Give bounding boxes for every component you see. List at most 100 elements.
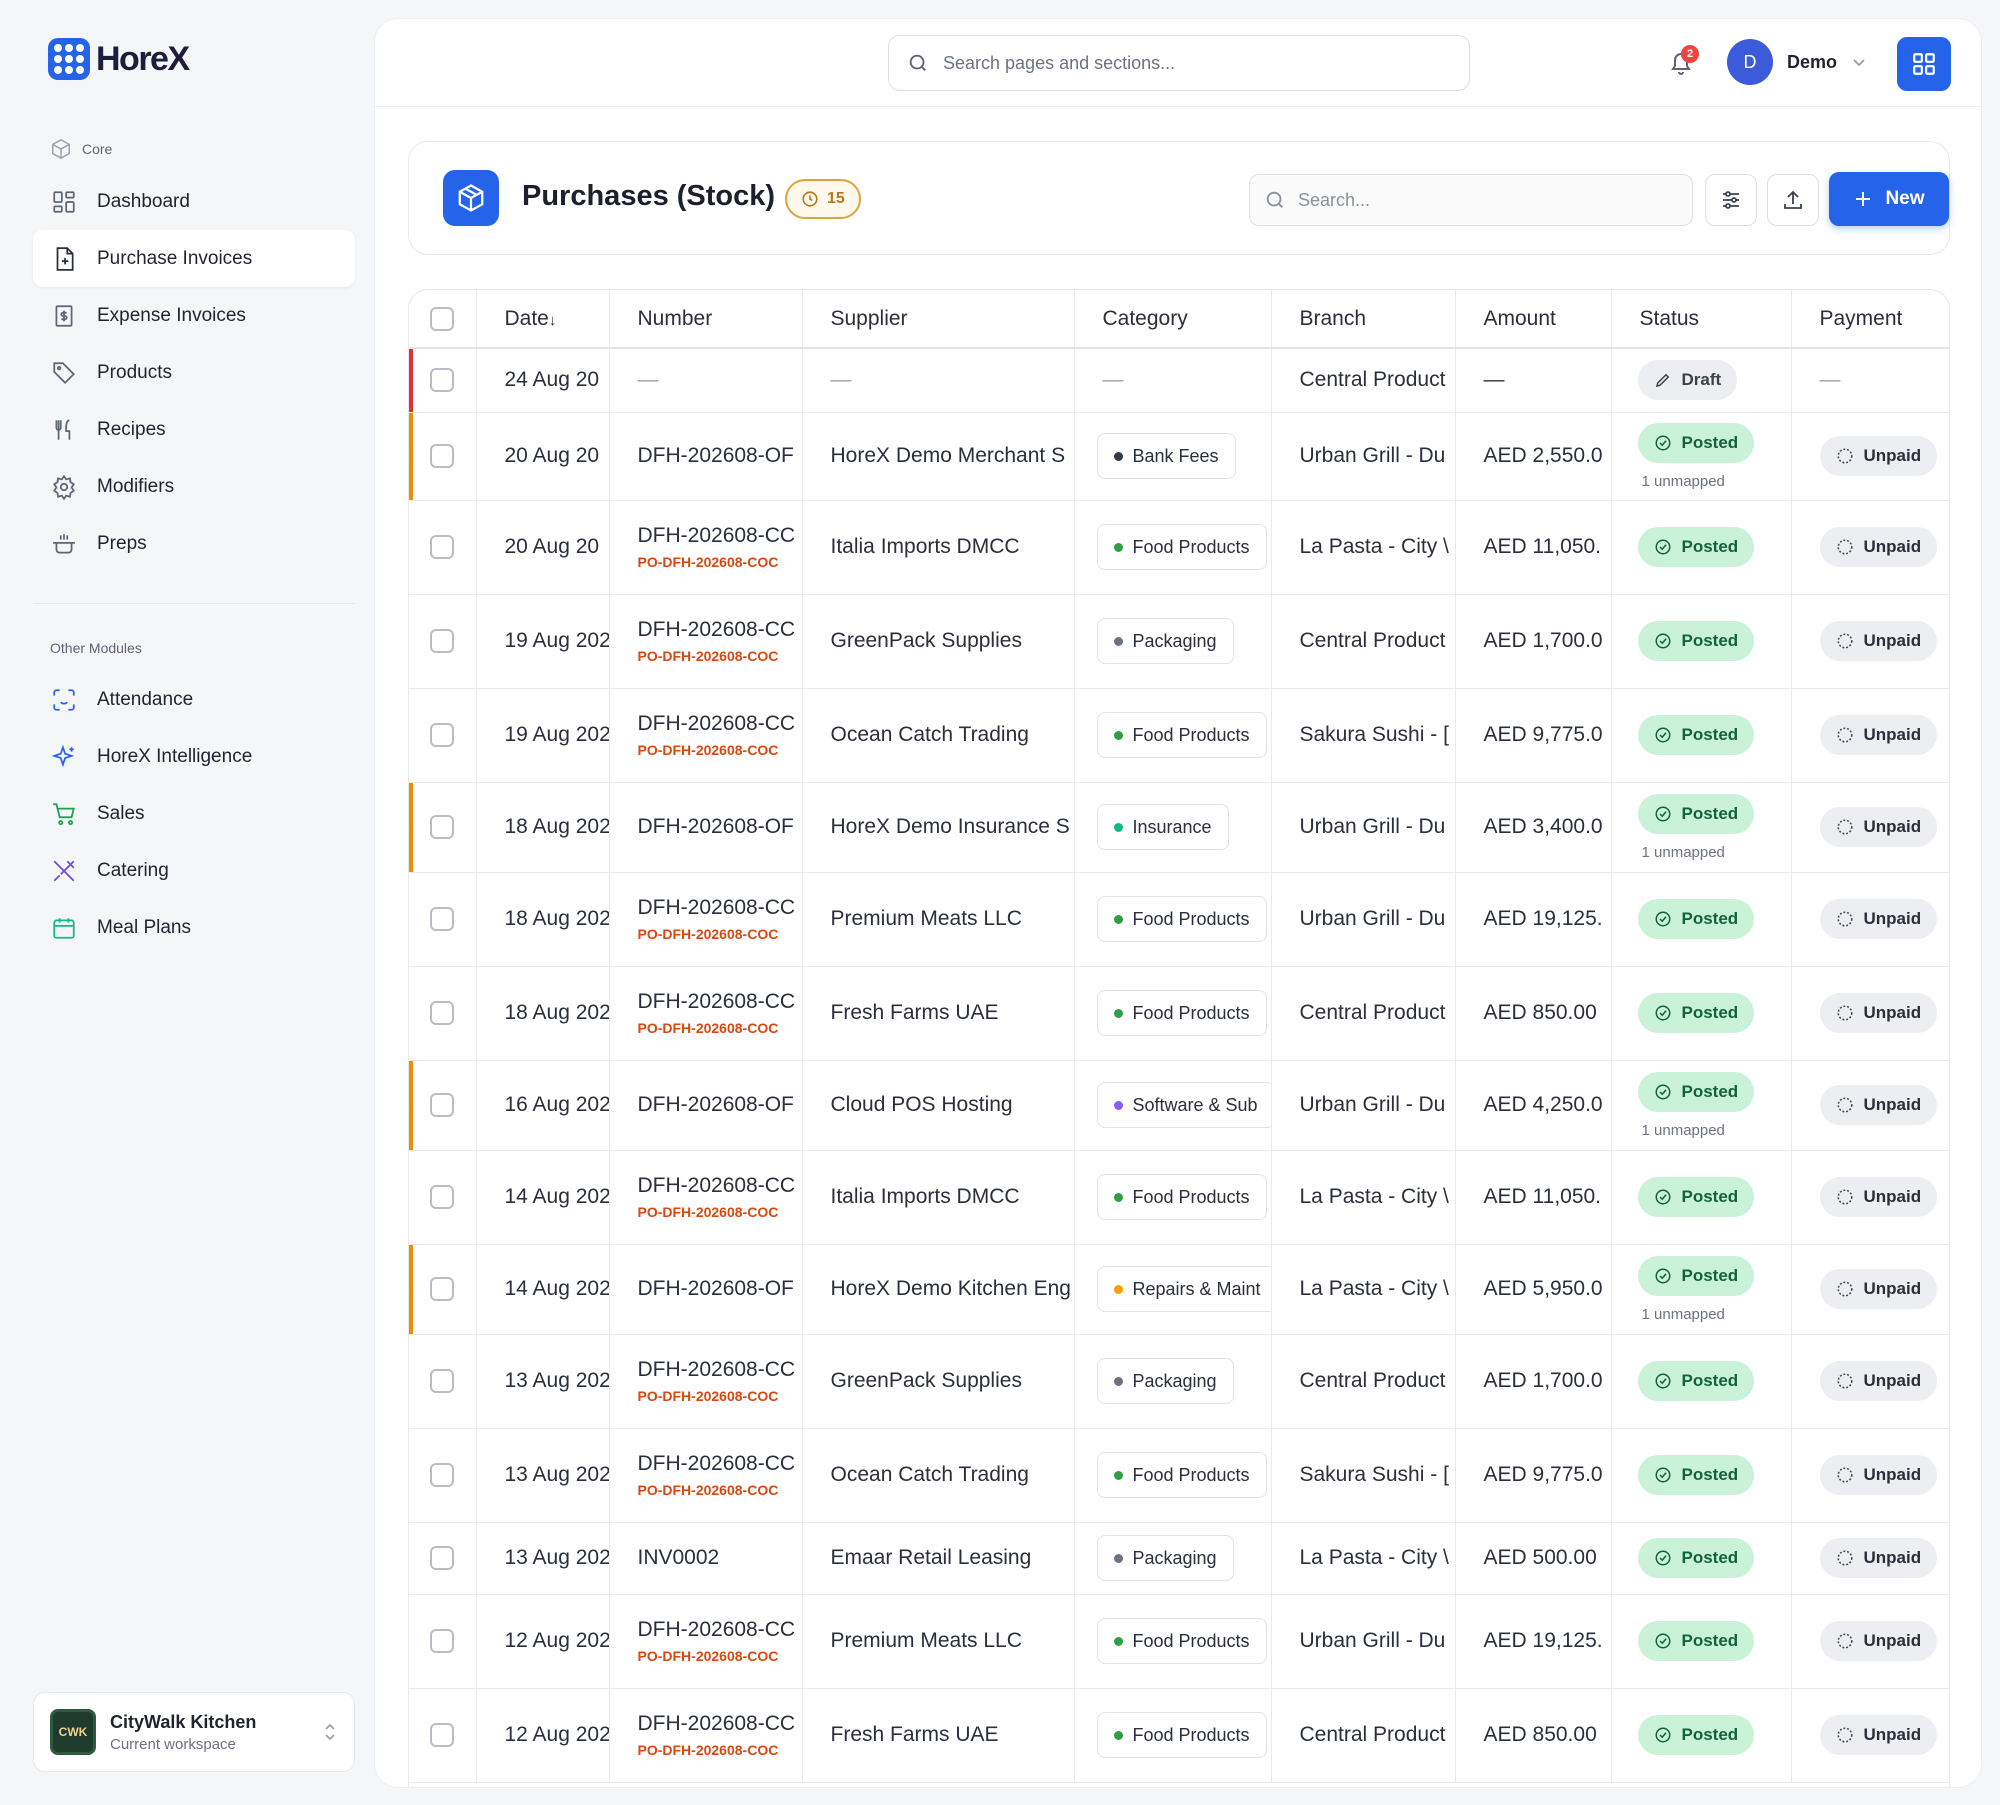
- sidebar-item-catering[interactable]: Catering: [33, 842, 355, 899]
- status-badge[interactable]: Posted: [1637, 422, 1755, 463]
- column-header-branch[interactable]: Branch: [1271, 290, 1456, 349]
- sidebar-item-recipes[interactable]: Recipes: [33, 401, 355, 458]
- row-checkbox[interactable]: [430, 723, 455, 748]
- row-checkbox[interactable]: [430, 368, 455, 393]
- table-row[interactable]: 18 Aug 202 DFH-202608-CC PO-DFH-202608-COC…: [409, 872, 1949, 967]
- po-reference-link[interactable]: PO-DFH-202608-COC: [638, 926, 802, 942]
- po-reference-link[interactable]: PO-DFH-202608-COC: [638, 1020, 802, 1036]
- apps-grid-button[interactable]: [1897, 37, 1951, 91]
- row-checkbox[interactable]: [430, 815, 455, 840]
- row-checkbox[interactable]: [430, 629, 455, 654]
- payment-badge[interactable]: Unpaid: [1819, 1621, 1938, 1661]
- payment-badge[interactable]: Unpaid: [1819, 527, 1938, 567]
- column-header-amount[interactable]: Amount: [1455, 290, 1612, 349]
- row-checkbox[interactable]: [430, 1277, 455, 1302]
- table-row[interactable]: 13 Aug 202 INV0002 Emaar Retail Leasing Pac…: [409, 1522, 1949, 1595]
- status-badge[interactable]: Posted: [1637, 527, 1755, 567]
- global-search-input[interactable]: Search pages and sections...: [888, 35, 1470, 91]
- table-row[interactable]: 13 Aug 202 DFH-202608-CC PO-DFH-202608-COC…: [409, 1334, 1949, 1429]
- status-badge[interactable]: Posted: [1637, 1361, 1755, 1401]
- status-badge[interactable]: Posted: [1637, 1715, 1755, 1755]
- table-search-input[interactable]: Search...: [1249, 174, 1693, 226]
- sidebar-item-sales[interactable]: Sales: [33, 785, 355, 842]
- po-reference-link[interactable]: PO-DFH-202608-COC: [638, 1482, 802, 1498]
- app-logo[interactable]: HoreX: [48, 38, 190, 80]
- row-checkbox[interactable]: [430, 535, 455, 560]
- po-reference-link[interactable]: PO-DFH-202608-COC: [638, 1204, 802, 1220]
- workspace-switcher[interactable]: CWK CityWalk Kitchen Current workspace: [33, 1692, 355, 1772]
- table-row[interactable]: 12 Aug 202 DFH-202608-CC PO-DFH-202608-COC…: [409, 1688, 1949, 1783]
- payment-badge[interactable]: Unpaid: [1819, 1269, 1938, 1309]
- table-row[interactable]: 18 Aug 202 DFH-202608-OF HoreX Demo Insura…: [409, 782, 1949, 873]
- select-all-checkbox[interactable]: [430, 306, 455, 331]
- table-row[interactable]: 19 Aug 202 DFH-202608-CC PO-DFH-202608-COC…: [409, 594, 1949, 689]
- table-row[interactable]: 20 Aug 20 DFH-202608-CC PO-DFH-202608-COC I…: [409, 500, 1949, 595]
- status-badge[interactable]: Posted: [1637, 1177, 1755, 1217]
- row-checkbox[interactable]: [430, 1723, 455, 1748]
- row-checkbox[interactable]: [430, 1369, 455, 1394]
- payment-badge[interactable]: Unpaid: [1819, 1177, 1938, 1217]
- table-row[interactable]: 16 Aug 202 DFH-202608-OF Cloud POS Hosting…: [409, 1060, 1949, 1151]
- sidebar-item-expense-invoices[interactable]: Expense Invoices: [33, 287, 355, 344]
- status-badge[interactable]: Posted: [1637, 715, 1755, 755]
- status-badge[interactable]: Posted: [1637, 621, 1755, 661]
- row-checkbox[interactable]: [430, 1093, 455, 1118]
- payment-badge[interactable]: Unpaid: [1819, 621, 1938, 661]
- status-badge[interactable]: Posted: [1637, 1071, 1755, 1112]
- table-row[interactable]: 14 Aug 202 DFH-202608-OF HoreX Demo Kitche…: [409, 1244, 1949, 1335]
- status-badge[interactable]: Posted: [1637, 1538, 1755, 1578]
- column-header-number[interactable]: Number: [609, 290, 803, 349]
- notifications-button[interactable]: 2: [1661, 43, 1701, 83]
- row-checkbox[interactable]: [430, 1463, 455, 1488]
- payment-badge[interactable]: Unpaid: [1819, 993, 1938, 1033]
- payment-badge[interactable]: Unpaid: [1819, 1538, 1938, 1578]
- payment-badge[interactable]: Unpaid: [1819, 715, 1938, 755]
- table-row[interactable]: 12 Aug 202 DFH-202608-CC PO-DFH-202608-COC…: [409, 1594, 1949, 1689]
- payment-badge[interactable]: Unpaid: [1819, 1455, 1938, 1495]
- status-badge[interactable]: Posted: [1637, 899, 1755, 939]
- sidebar-item-preps[interactable]: Preps: [33, 515, 355, 572]
- po-reference-link[interactable]: PO-DFH-202608-COC: [638, 1648, 802, 1664]
- sidebar-item-modifiers[interactable]: Modifiers: [33, 458, 355, 515]
- payment-badge[interactable]: Unpaid: [1819, 1715, 1938, 1755]
- table-row[interactable]: 13 Aug 202 DFH-202608-CC PO-DFH-202608-COC…: [409, 1428, 1949, 1523]
- sidebar-item-products[interactable]: Products: [33, 344, 355, 401]
- row-checkbox[interactable]: [430, 1185, 455, 1210]
- row-checkbox[interactable]: [430, 1546, 455, 1571]
- po-reference-link[interactable]: PO-DFH-202608-COC: [638, 1388, 802, 1404]
- column-header-date[interactable]: Date↓: [476, 290, 610, 349]
- column-header-supplier[interactable]: Supplier: [802, 290, 1075, 349]
- payment-badge[interactable]: Unpaid: [1819, 899, 1938, 939]
- row-checkbox[interactable]: [430, 907, 455, 932]
- po-reference-link[interactable]: PO-DFH-202608-COC: [638, 742, 802, 758]
- po-reference-link[interactable]: PO-DFH-202608-COC: [638, 554, 802, 570]
- status-badge[interactable]: Posted: [1637, 793, 1755, 834]
- table-row[interactable]: 18 Aug 202 DFH-202608-CC PO-DFH-202608-COC…: [409, 966, 1949, 1061]
- sidebar-item-meal-plans[interactable]: Meal Plans: [33, 899, 355, 956]
- table-row[interactable]: 20 Aug 20 DFH-202608-OF HoreX Demo Merchan…: [409, 412, 1949, 501]
- po-reference-link[interactable]: PO-DFH-202608-COC: [638, 648, 802, 664]
- column-header-payment[interactable]: Payment: [1791, 290, 1949, 349]
- table-row[interactable]: 19 Aug 202 DFH-202608-CC PO-DFH-202608-COC…: [409, 688, 1949, 783]
- payment-badge[interactable]: Unpaid: [1819, 1361, 1938, 1401]
- new-button[interactable]: New: [1829, 172, 1949, 226]
- row-checkbox[interactable]: [430, 1629, 455, 1654]
- status-badge[interactable]: Posted: [1637, 1455, 1755, 1495]
- column-header-category[interactable]: Category: [1074, 290, 1272, 349]
- payment-badge[interactable]: Unpaid: [1819, 807, 1938, 847]
- export-button[interactable]: [1767, 174, 1819, 226]
- sidebar-item-attendance[interactable]: Attendance: [33, 671, 355, 728]
- status-badge[interactable]: Draft: [1637, 360, 1738, 401]
- column-header-status[interactable]: Status: [1611, 290, 1792, 349]
- status-badge[interactable]: Posted: [1637, 1255, 1755, 1296]
- status-badge[interactable]: Posted: [1637, 1621, 1755, 1661]
- table-row[interactable]: 24 Aug 20 — — — Central Product — Draft —: [409, 348, 1949, 413]
- payment-badge[interactable]: Unpaid: [1819, 1085, 1938, 1125]
- row-checkbox[interactable]: [430, 444, 455, 469]
- table-row[interactable]: 14 Aug 202 DFH-202608-CC PO-DFH-202608-COC…: [409, 1150, 1949, 1245]
- sidebar-item-horex-intelligence[interactable]: HoreX Intelligence: [33, 728, 355, 785]
- row-checkbox[interactable]: [430, 1001, 455, 1026]
- payment-badge[interactable]: Unpaid: [1819, 436, 1938, 476]
- user-menu[interactable]: D Demo: [1727, 39, 1867, 85]
- filter-button[interactable]: [1705, 174, 1757, 226]
